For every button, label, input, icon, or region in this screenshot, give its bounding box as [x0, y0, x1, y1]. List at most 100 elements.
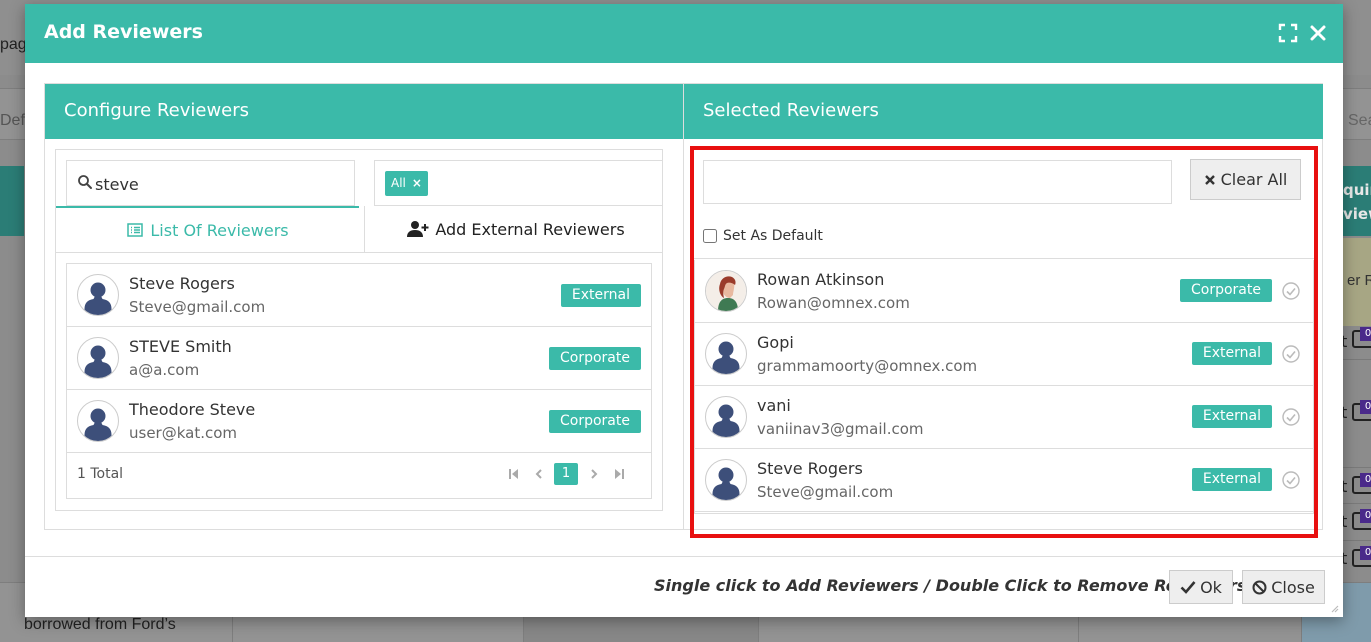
clear-all-label: Clear All [1220, 170, 1288, 189]
filter-chip-label: All [391, 176, 406, 190]
tab-add-external-reviewers[interactable]: Add External Reviewers [364, 206, 667, 252]
reviewer-type-badge: Corporate [1180, 279, 1272, 302]
reviewer-search-input[interactable] [95, 172, 345, 196]
first-page-icon[interactable] [501, 463, 526, 485]
filter-chip[interactable]: All × [385, 171, 428, 196]
selected-search-box[interactable] [703, 160, 1172, 204]
reviewer-email: a@a.com [129, 361, 200, 379]
reviewers-panels: Configure Reviewers All × List Of Reviewe… [44, 83, 1323, 538]
modal-header: Add Reviewers [25, 4, 1343, 63]
chat-icon[interactable]: 0 [1352, 509, 1371, 530]
reviewer-type-badge: External [1191, 468, 1272, 491]
avatar [77, 274, 119, 316]
reviewer-type-filter[interactable]: All × [374, 160, 663, 206]
list-item[interactable]: STEVE Smith a@a.com Corporate [67, 327, 651, 390]
list-item[interactable]: vani vaniinav3@gmail.com External [695, 386, 1313, 449]
ok-label: Ok [1200, 577, 1222, 597]
list-item[interactable]: Theodore Steve user@kat.com Corporate [67, 390, 651, 453]
add-reviewers-modal: Add Reviewers Configure Reviewers All × [25, 4, 1343, 617]
usage-hint: Single click to Add Reviewers / Double C… [654, 576, 1247, 595]
next-page-icon[interactable] [581, 463, 606, 485]
prev-page-icon[interactable] [526, 463, 551, 485]
ban-icon [1252, 580, 1267, 594]
selected-reviewers-highlight: Clear All Set As Default Rowan Atkinson … [690, 146, 1318, 538]
last-page-icon[interactable] [606, 463, 631, 485]
modal-title: Add Reviewers [44, 21, 203, 43]
bg-row-text: er R [1347, 272, 1371, 289]
chat-icon[interactable]: 0 [1352, 327, 1371, 348]
pagination: 1 [501, 463, 631, 485]
reviewer-type-badge: Corporate [549, 347, 641, 370]
set-as-default-label: Set As Default [723, 228, 823, 244]
avatar [705, 333, 747, 375]
tab-label: Add External Reviewers [435, 219, 625, 239]
tab-list-of-reviewers[interactable]: List Of Reviewers [56, 206, 359, 252]
chat-count: 0 [1360, 400, 1371, 414]
check-circle-icon[interactable] [1282, 408, 1300, 426]
configure-reviewers-panel: Configure Reviewers All × List Of Reviewe… [45, 84, 684, 529]
reviewer-name: Steve Rogers [129, 274, 235, 293]
search-icon [78, 175, 92, 189]
reviewer-email: user@kat.com [129, 424, 238, 442]
bg-row-text: borrowed from Ford’s [24, 616, 176, 633]
reviewer-email: Steve@gmail.com [129, 298, 266, 316]
set-as-default-checkbox[interactable] [703, 229, 717, 243]
clear-all-button[interactable]: Clear All [1190, 159, 1301, 200]
expand-icon[interactable] [1277, 22, 1299, 44]
chat-count: 0 [1360, 327, 1371, 341]
selected-reviewer-list: Rowan Atkinson Rowan@omnex.com Corporate… [694, 260, 1314, 514]
check-circle-icon[interactable] [1282, 471, 1300, 489]
bg-header-text: quire view [1343, 181, 1371, 223]
configure-body: All × List Of Reviewers Add External Revi… [55, 149, 663, 511]
close-icon[interactable] [1307, 22, 1329, 44]
reviewer-email: vaniinav3@gmail.com [757, 420, 924, 438]
reviewer-search-box[interactable] [66, 160, 355, 206]
chat-count: 0 [1360, 473, 1371, 487]
list-icon [127, 223, 144, 237]
chat-icon[interactable]: 0 [1352, 473, 1371, 494]
selected-reviewers-panel: Selected Reviewers Clear All Set As Defa… [684, 84, 1323, 538]
user-plus-icon [407, 221, 429, 237]
reviewer-name: Theodore Steve [129, 400, 256, 419]
ok-button[interactable]: Ok [1169, 570, 1233, 604]
reviewer-name: Rowan Atkinson [757, 270, 885, 289]
list-item[interactable]: Steve Rogers Steve@gmail.com External [67, 264, 651, 327]
list-item[interactable]: Rowan Atkinson Rowan@omnex.com Corporate [695, 260, 1313, 323]
selected-search-input[interactable] [704, 161, 1171, 203]
reviewer-email: grammamoorty@omnex.com [757, 357, 978, 375]
selected-reviewers-title: Selected Reviewers [684, 84, 1323, 139]
tab-label: List Of Reviewers [150, 220, 289, 240]
list-item[interactable]: Gopi grammamoorty@omnex.com External [695, 323, 1313, 386]
avatar [705, 459, 747, 501]
check-icon [1180, 581, 1196, 594]
close-label: Close [1271, 577, 1315, 597]
list-item[interactable]: Steve Rogers Steve@gmail.com External [695, 449, 1313, 512]
check-circle-icon[interactable] [1282, 282, 1300, 300]
total-count: 1 Total [77, 466, 124, 482]
reviewer-type-badge: External [1191, 342, 1272, 365]
bg-page-text: pag [0, 36, 27, 53]
reviewer-email: Steve@gmail.com [757, 483, 894, 501]
clear-icon [1204, 174, 1215, 185]
avatar [705, 270, 747, 312]
resize-handle-icon[interactable] [1329, 603, 1339, 613]
chat-count: 0 [1360, 546, 1371, 560]
current-page[interactable]: 1 [554, 463, 578, 485]
check-circle-icon[interactable] [1282, 345, 1300, 363]
reviewer-tabs: List Of Reviewers Add External Reviewers [56, 206, 662, 253]
bg-row-divider [1343, 503, 1371, 504]
chat-icon[interactable]: 0 [1352, 400, 1371, 421]
chat-count: 0 [1360, 509, 1371, 523]
avatar [77, 400, 119, 442]
close-button[interactable]: Close [1242, 570, 1325, 604]
reviewer-name: vani [757, 396, 791, 415]
reviewer-name: STEVE Smith [129, 337, 232, 356]
divider [694, 258, 1314, 259]
reviewer-type-badge: Corporate [549, 410, 641, 433]
chat-icon[interactable]: 0 [1352, 546, 1371, 567]
chip-remove-icon[interactable]: × [412, 176, 422, 190]
configure-reviewers-title: Configure Reviewers [45, 84, 683, 139]
set-as-default-row[interactable]: Set As Default [703, 228, 823, 244]
footer-divider [25, 556, 1343, 557]
reviewer-email: Rowan@omnex.com [757, 294, 910, 312]
